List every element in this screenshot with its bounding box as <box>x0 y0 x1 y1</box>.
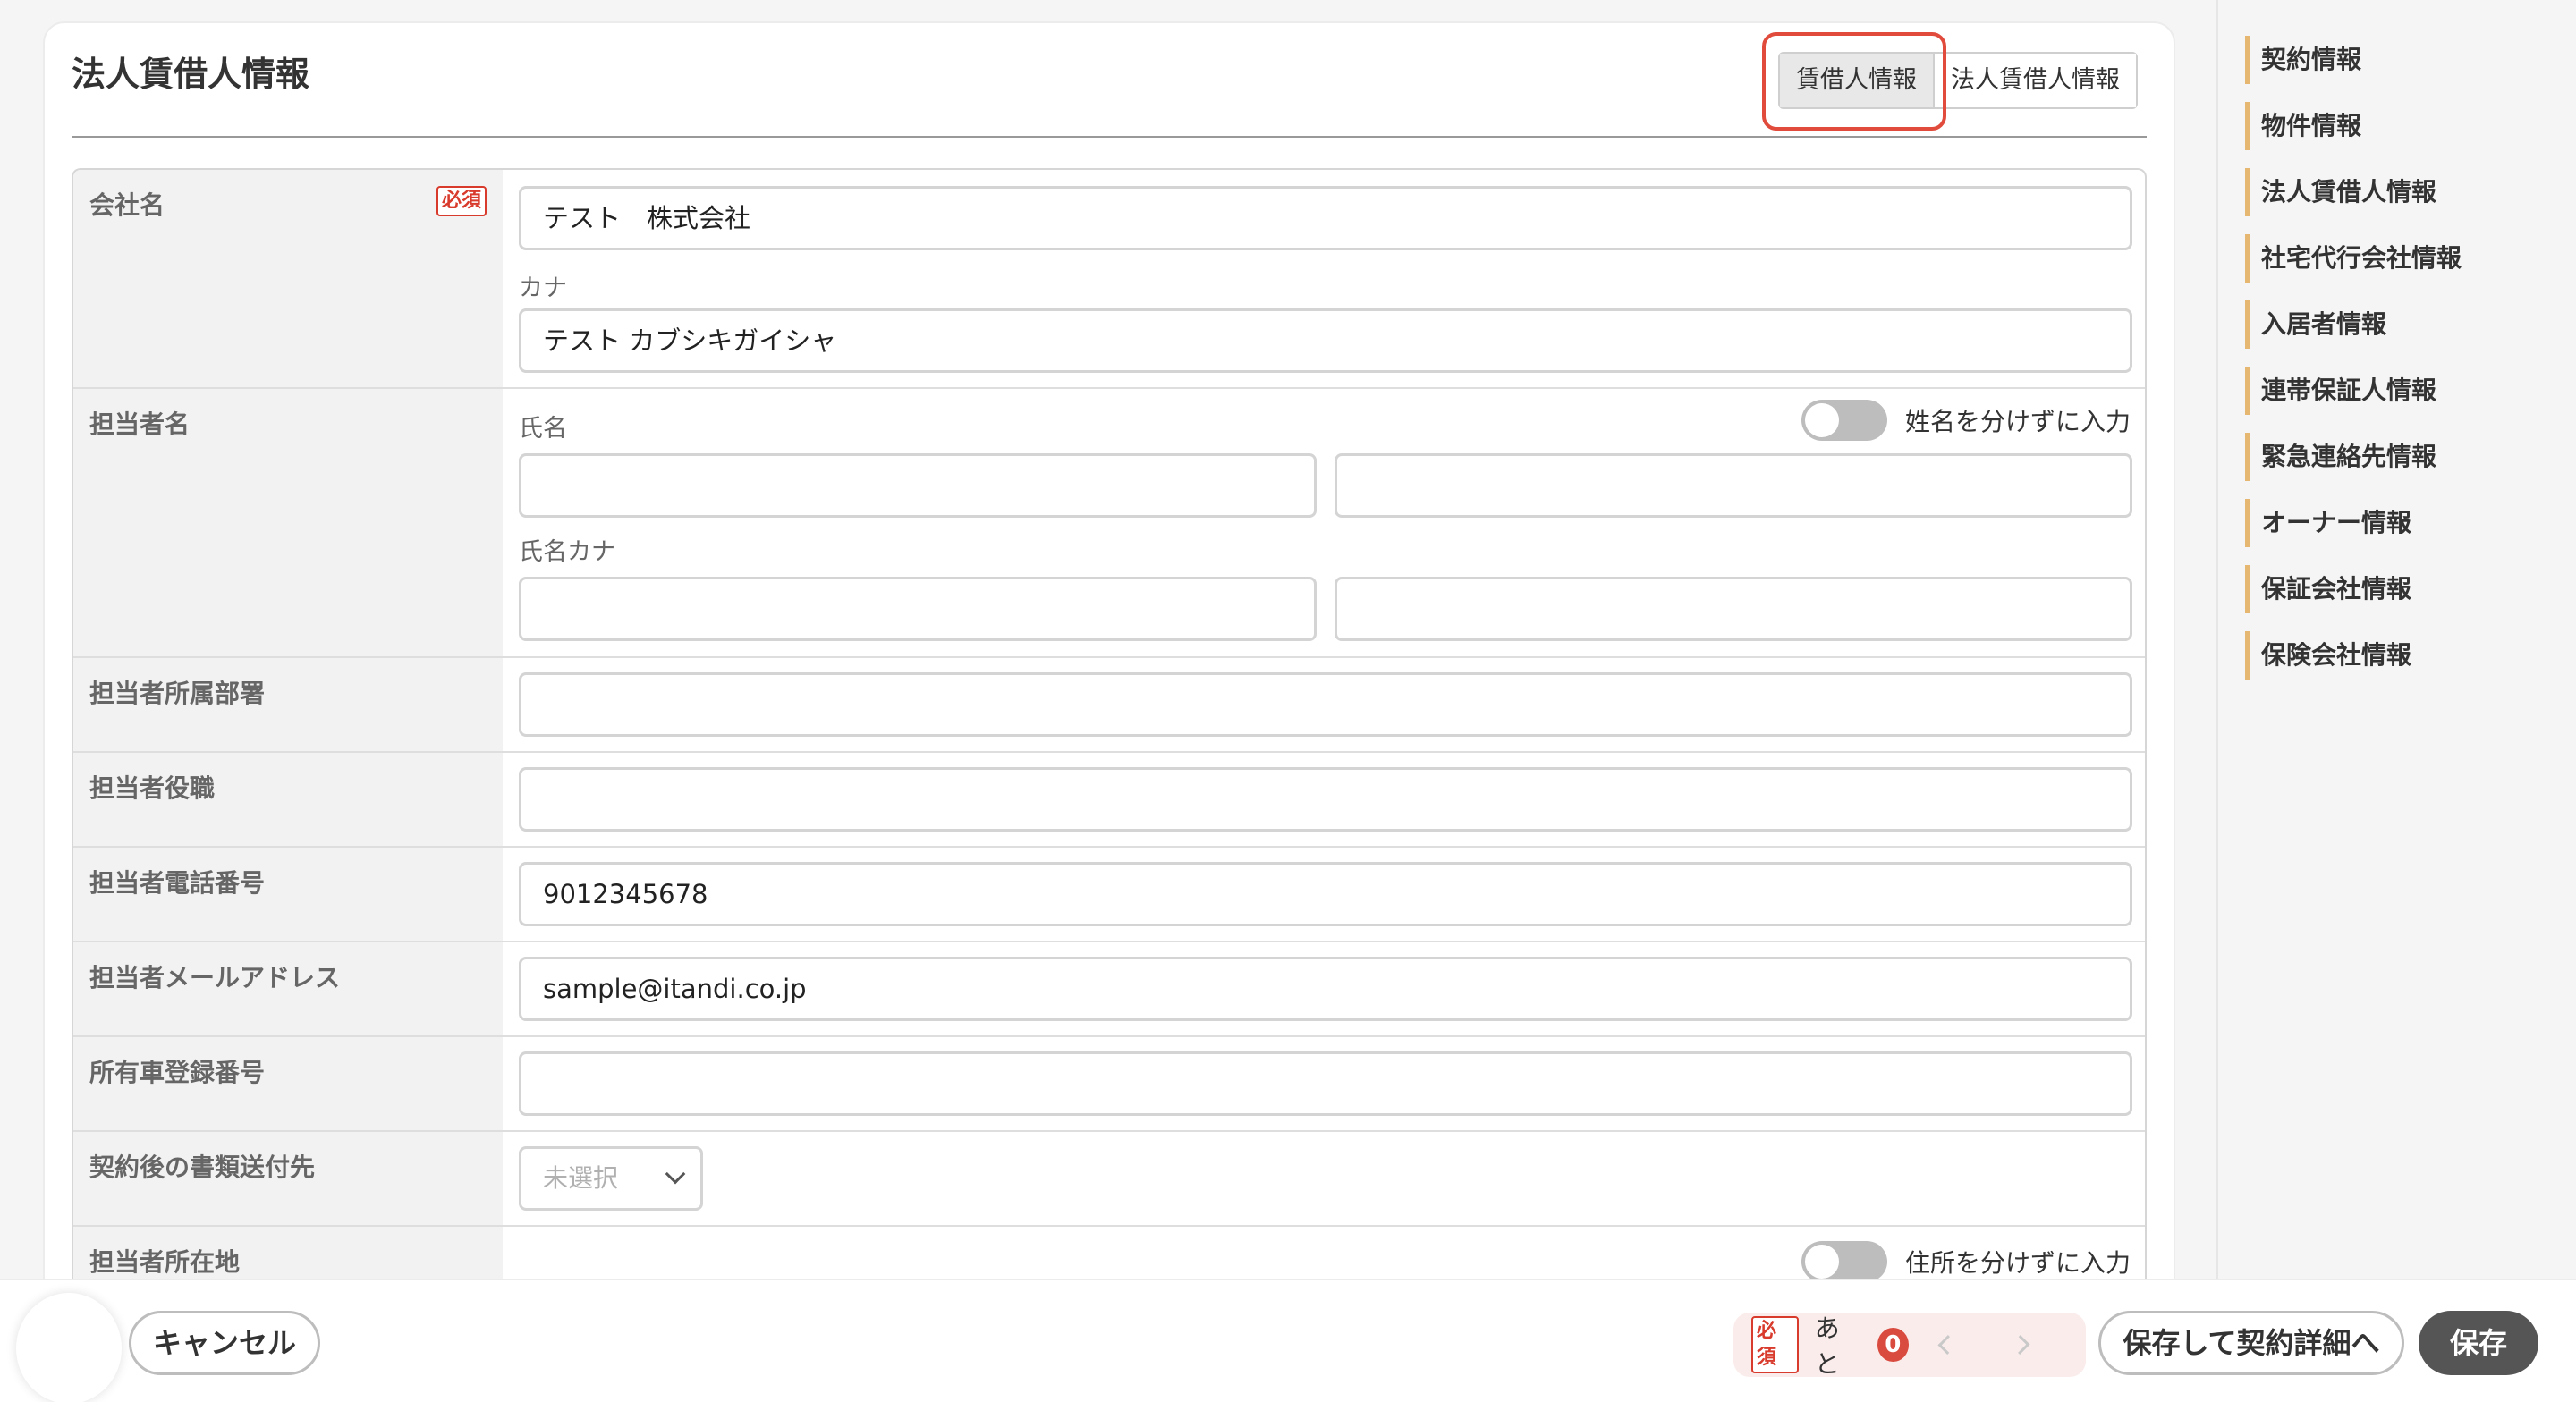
row-email: 担当者メールアドレス sample@itandi.co.jp <box>73 942 2145 1037</box>
row-position: 担当者役職 <box>73 753 2145 848</box>
last-name-input[interactable] <box>519 453 1317 518</box>
email-label: 担当者メールアドレス <box>89 963 341 992</box>
company-kana-input[interactable]: テスト カブシキガイシャ <box>519 308 2132 373</box>
last-name-kana-input[interactable] <box>519 577 1317 641</box>
toggle-knob <box>1804 1245 1839 1279</box>
company-label: 会社名 <box>89 190 165 220</box>
split-name-toggle-wrap: 姓名を分けずに入力 <box>1801 400 2131 441</box>
row-car-number: 所有車登録番号 <box>73 1037 2145 1132</box>
title-divider <box>72 136 2147 138</box>
company-name-input[interactable]: テスト 株式会社 <box>519 186 2132 250</box>
split-address-toggle[interactable] <box>1801 1241 1887 1280</box>
nav-item-resident[interactable]: 入居者情報 <box>2245 300 2462 349</box>
tab-highlight-annotation <box>1762 32 1946 131</box>
required-remaining-indicator: 必須 あと 0 <box>1733 1313 2086 1379</box>
tab-corporate-tenant-info[interactable]: 法人賃借人情報 <box>1933 54 2136 107</box>
first-name-kana-input[interactable] <box>1335 577 2132 641</box>
remaining-count-badge: 0 <box>1877 1328 1909 1362</box>
row-address: 担当者所在地 住所を分けずに入力 <box>73 1227 2145 1280</box>
position-label: 担当者役職 <box>89 773 216 803</box>
chevron-left-icon[interactable] <box>1937 1335 1958 1355</box>
label-cell: 担当者電話番号 <box>73 848 503 941</box>
split-address-toggle-wrap: 住所を分けずに入力 <box>1801 1241 2131 1280</box>
section-nav: 契約情報 物件情報 法人賃借人情報 社宅代行会社情報 入居者情報 連帯保証人情報… <box>2245 36 2462 697</box>
department-input[interactable] <box>519 672 2132 737</box>
label-cell: 所有車登録番号 <box>73 1037 503 1130</box>
nav-item-insurance-company[interactable]: 保険会社情報 <box>2245 631 2462 680</box>
name-label: 氏名 <box>519 415 567 443</box>
bottom-action-bar: キャンセル 必須 あと 0 保存して契約詳細へ 保存 <box>0 1279 2576 1402</box>
nav-item-guarantor[interactable]: 連帯保証人情報 <box>2245 367 2462 415</box>
nav-item-emergency-contact[interactable]: 緊急連絡先情報 <box>2245 433 2462 481</box>
split-address-toggle-label: 住所を分けずに入力 <box>1904 1248 2131 1278</box>
phone-label: 担当者電話番号 <box>89 868 266 898</box>
nav-item-owner[interactable]: オーナー情報 <box>2245 499 2462 547</box>
first-name-input[interactable] <box>1335 453 2132 518</box>
nav-item-company-housing-agent[interactable]: 社宅代行会社情報 <box>2245 234 2462 283</box>
required-badge: 必須 <box>436 186 487 216</box>
cancel-button[interactable]: キャンセル <box>129 1311 320 1375</box>
sidebar-divider <box>2216 0 2218 1279</box>
chevron-down-icon <box>665 1163 686 1185</box>
label-cell: 担当者メールアドレス <box>73 942 503 1035</box>
car-number-input[interactable] <box>519 1052 2132 1116</box>
required-badge: 必須 <box>1751 1316 1799 1373</box>
chevron-right-icon[interactable] <box>2010 1335 2030 1355</box>
department-label: 担当者所属部署 <box>89 679 266 708</box>
doc-destination-value: 未選択 <box>543 1163 619 1193</box>
split-name-toggle[interactable] <box>1801 400 1887 441</box>
row-company: 会社名 必須 テスト 株式会社 カナ テスト カブシキガイシャ <box>73 170 2145 389</box>
page-title: 法人賃借人情報 <box>72 55 310 94</box>
split-name-toggle-label: 姓名を分けずに入力 <box>1904 407 2131 436</box>
contact-name-label: 担当者名 <box>89 410 191 439</box>
row-doc-destination: 契約後の書類送付先 未選択 <box>73 1132 2145 1227</box>
label-cell: 担当者所属部署 <box>73 658 503 751</box>
label-cell: 会社名 必須 <box>73 170 503 387</box>
car-number-label: 所有車登録番号 <box>89 1058 266 1087</box>
nav-item-guarantee-company[interactable]: 保証会社情報 <box>2245 565 2462 613</box>
label-cell: 担当者役職 <box>73 753 503 846</box>
phone-input[interactable]: 9012345678 <box>519 862 2132 926</box>
doc-destination-label: 契約後の書類送付先 <box>89 1153 316 1182</box>
toggle-knob <box>1804 403 1839 437</box>
address-label: 担当者所在地 <box>89 1247 241 1277</box>
tenant-form: 会社名 必須 テスト 株式会社 カナ テスト カブシキガイシャ 担当者名 氏名 … <box>72 168 2147 1280</box>
doc-destination-select[interactable]: 未選択 <box>519 1146 703 1211</box>
nav-item-property[interactable]: 物件情報 <box>2245 102 2462 150</box>
save-button[interactable]: 保存 <box>2419 1311 2538 1375</box>
row-phone: 担当者電話番号 9012345678 <box>73 848 2145 942</box>
label-cell: 担当者所在地 <box>73 1227 503 1280</box>
nav-item-corporate-tenant[interactable]: 法人賃借人情報 <box>2245 168 2462 216</box>
remaining-label: あと <box>1814 1313 1840 1379</box>
nav-item-contract[interactable]: 契約情報 <box>2245 36 2462 84</box>
company-kana-label: カナ <box>519 274 567 302</box>
row-department: 担当者所属部署 <box>73 658 2145 753</box>
email-input[interactable]: sample@itandi.co.jp <box>519 957 2132 1021</box>
avatar[interactable] <box>16 1293 122 1402</box>
row-contact-name: 担当者名 氏名 姓名を分けずに入力 氏名カナ <box>73 389 2145 658</box>
save-and-go-to-contract-button[interactable]: 保存して契約詳細へ <box>2098 1311 2404 1375</box>
position-input[interactable] <box>519 767 2132 832</box>
name-kana-label: 氏名カナ <box>519 538 615 566</box>
label-cell: 担当者名 <box>73 389 503 656</box>
label-cell: 契約後の書類送付先 <box>73 1132 503 1225</box>
